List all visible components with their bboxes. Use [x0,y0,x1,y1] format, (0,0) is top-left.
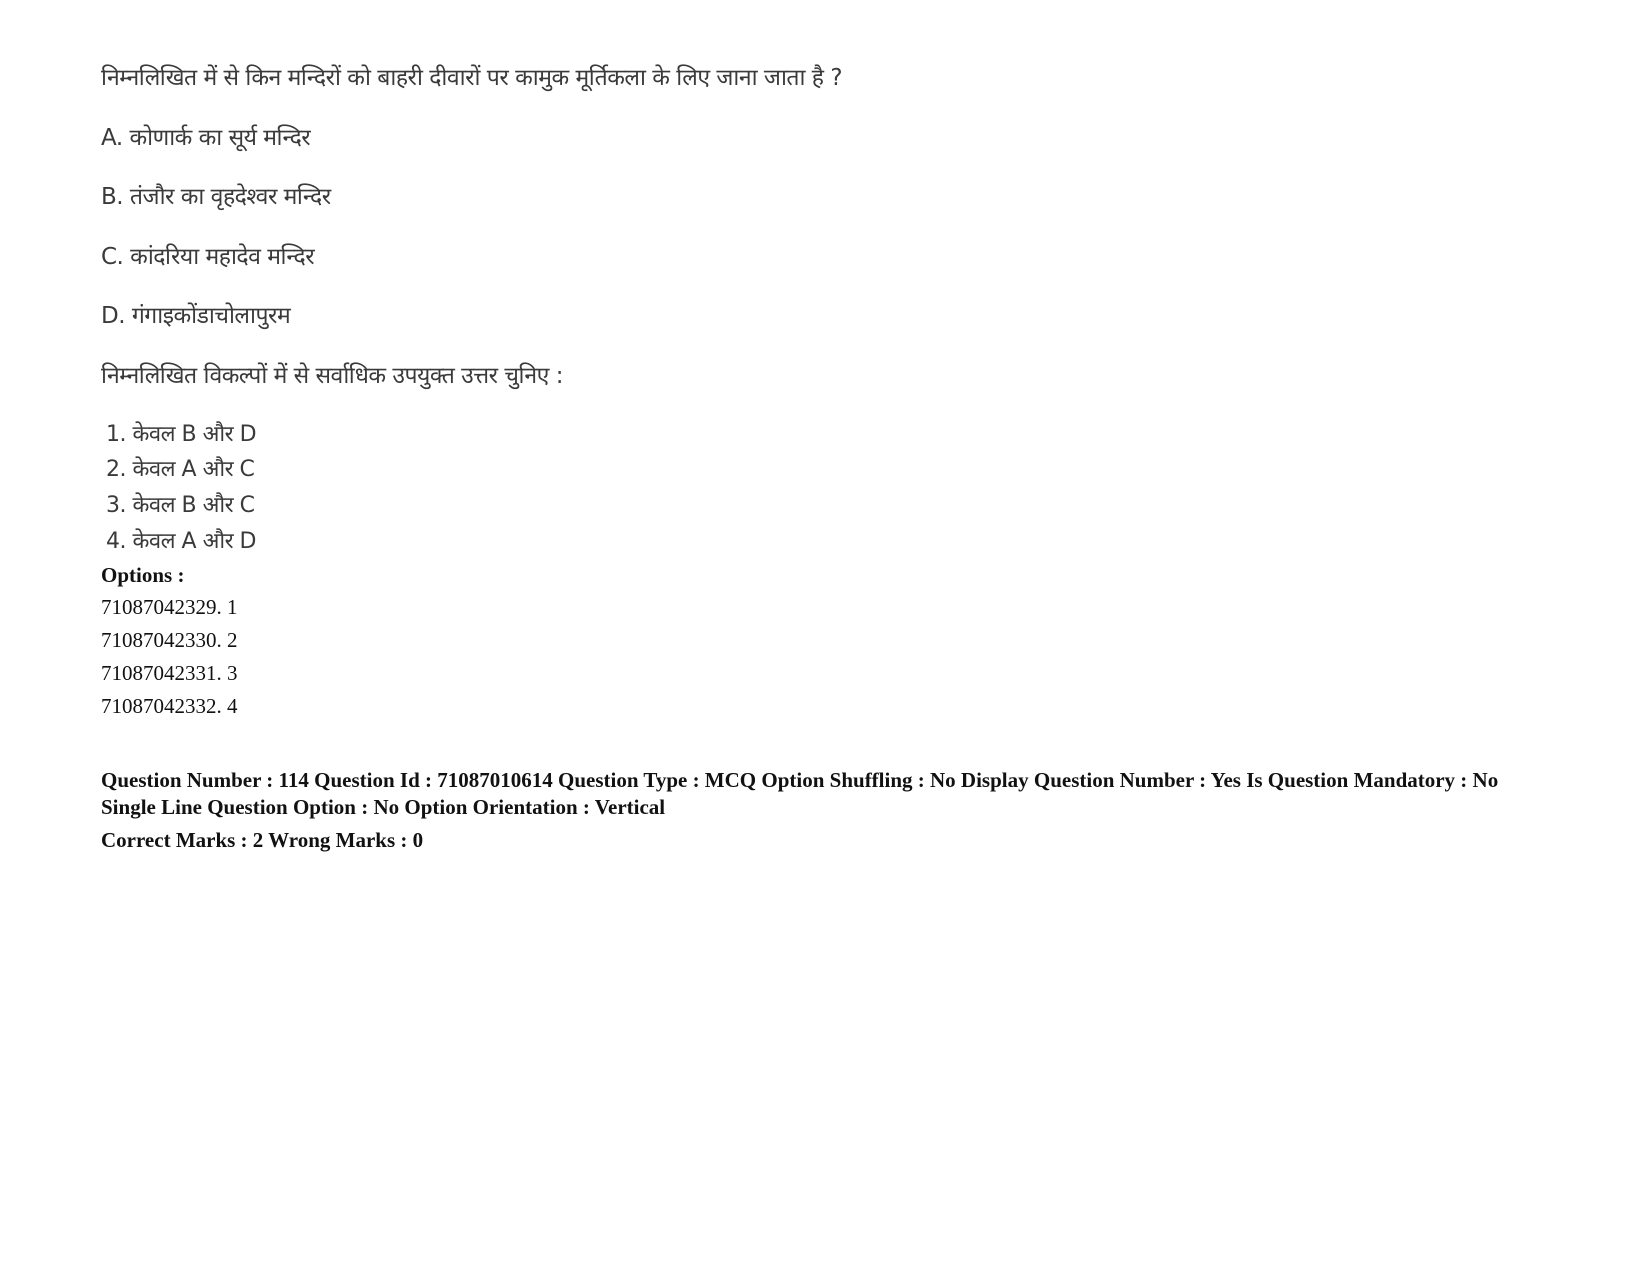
statement-a: A. कोणार्क का सूर्य मन्दिर [101,125,311,151]
option-item-1: 71087042329. 1 [101,595,238,619]
question-metadata: Question Number : 114 Question Id : 7108… [101,768,1499,819]
question-text: निम्नलिखित में से किन मन्दिरों को बाहरी … [101,65,843,91]
marks-info: Correct Marks : 2 Wrong Marks : 0 [101,828,424,852]
options-heading: Options : [101,563,185,587]
option-item-4: 71087042332. 4 [101,694,238,718]
choice-4: 4. केवल A और D [106,529,257,554]
choice-1: 1. केवल B और D [106,422,257,447]
option-item-3: 71087042331. 3 [101,661,238,685]
statement-d: D. गंगाइकोंडाचोलापुरम [101,303,291,329]
statement-b: B. तंजौर का वृहदेश्वर मन्दिर [101,184,331,210]
question-page: निम्नलिखित में से किन मन्दिरों को बाहरी … [0,0,1650,1275]
choice-2: 2. केवल A और C [106,457,255,482]
choice-3: 3. केवल B और C [106,493,255,518]
statement-c: C. कांदरिया महादेव मन्दिर [101,244,315,270]
option-item-2: 71087042330. 2 [101,628,238,652]
instruction-text: निम्नलिखित विकल्पों में से सर्वाधिक उपयु… [101,363,563,389]
